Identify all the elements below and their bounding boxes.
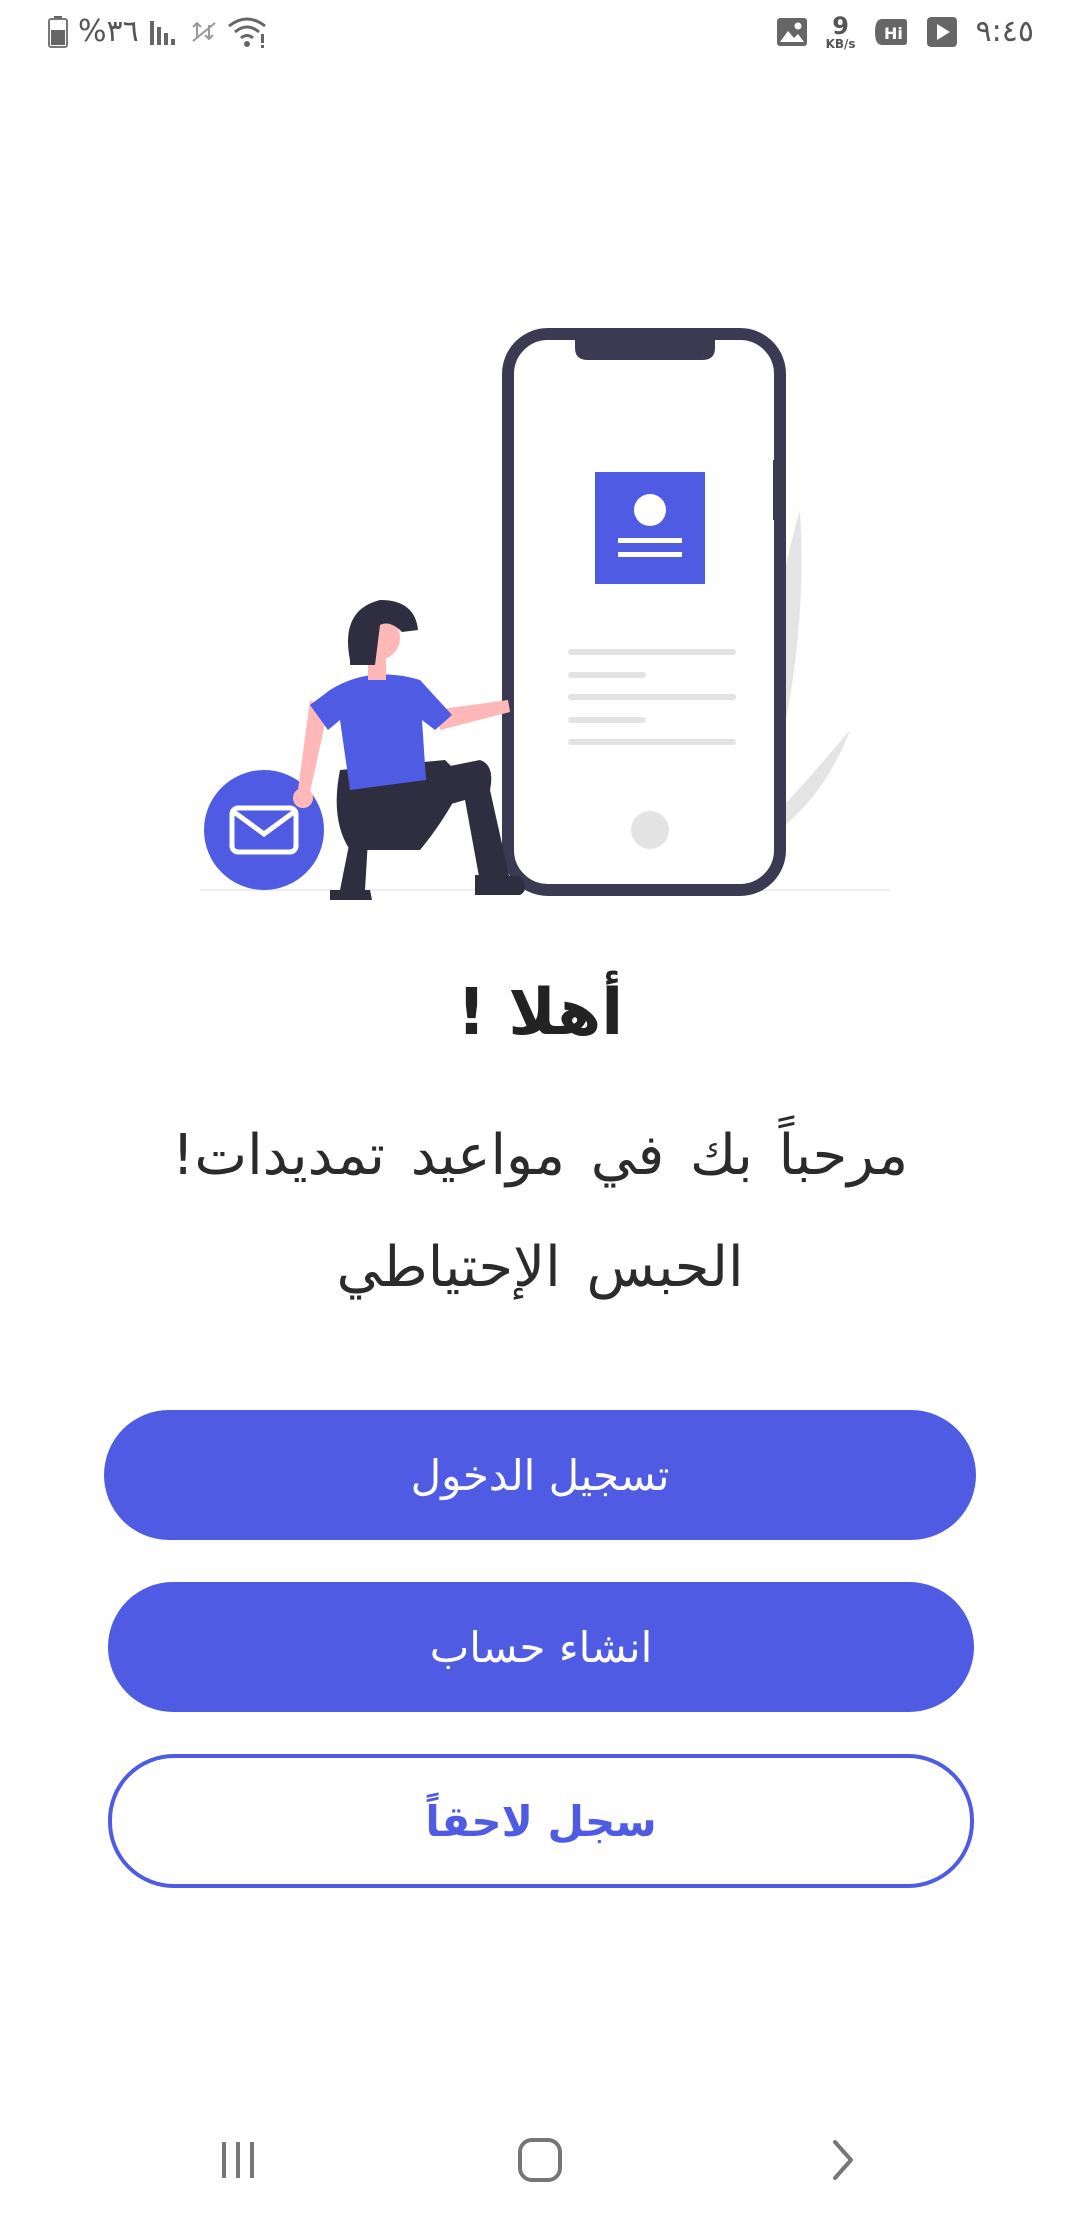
login-button-label: تسجيل الدخول	[410, 1450, 670, 1500]
home-icon[interactable]	[510, 2130, 570, 2190]
phone-illustration	[502, 328, 786, 896]
back-icon[interactable]	[812, 2130, 872, 2190]
welcome-line-1: مرحباً بك في مواعيد تمديدات!	[171, 1123, 909, 1188]
hd-voice-icon: Hi	[874, 17, 908, 47]
battery-icon	[48, 16, 68, 48]
status-bar-left: %٣٦	[48, 12, 267, 52]
register-later-button-label: سجل لاحقاً	[425, 1796, 657, 1846]
image-notification-icon	[776, 17, 808, 47]
system-navigation-bar	[0, 2120, 1080, 2200]
welcome-illustration	[190, 320, 910, 900]
login-button[interactable]: تسجيل الدخول	[104, 1410, 976, 1540]
status-bar-right: 9 KB/s Hi ٩:٤٥	[776, 12, 1034, 52]
play-store-icon	[926, 16, 958, 48]
status-time: ٩:٤٥	[975, 14, 1034, 49]
welcome-message: مرحباً بك في مواعيد تمديدات! الحبس الإحت…	[120, 1100, 960, 1324]
page-title: أهلا !	[456, 976, 624, 1050]
create-account-button[interactable]: انشاء حساب	[108, 1582, 974, 1712]
data-off-icon	[191, 21, 217, 43]
status-bar: %٣٦ 9 KB/s Hi ٩:٤٥	[0, 0, 1080, 64]
signal-bars-icon	[149, 17, 181, 47]
svg-text:Hi: Hi	[884, 24, 903, 43]
network-speed: 9 KB/s	[826, 14, 856, 50]
create-account-button-label: انشاء حساب	[429, 1622, 653, 1672]
welcome-line-2: الحبس الإحتياطي	[336, 1235, 744, 1300]
wifi-icon	[227, 16, 267, 48]
battery-percent: %٣٦	[78, 14, 139, 49]
register-later-button[interactable]: سجل لاحقاً	[108, 1754, 974, 1888]
person-illustration	[293, 600, 525, 900]
recent-apps-icon[interactable]	[208, 2130, 268, 2190]
network-speed-unit: KB/s	[825, 37, 856, 51]
network-speed-value: 9	[832, 12, 849, 40]
